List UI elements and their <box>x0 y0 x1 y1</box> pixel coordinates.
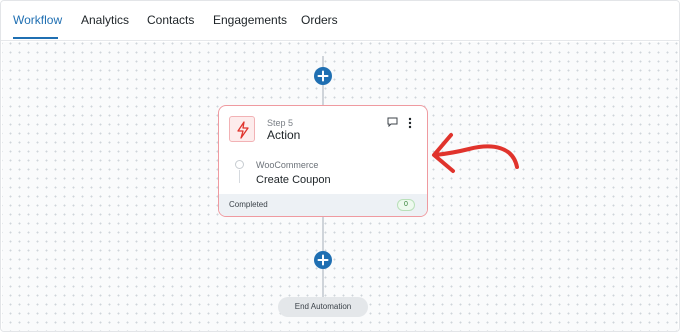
status-label: Completed <box>229 200 268 209</box>
lightning-bolt-icon <box>229 116 255 142</box>
vertical-dots-menu-icon[interactable] <box>407 117 413 129</box>
integration-app-name: WooCommerce <box>256 160 319 170</box>
end-automation-button[interactable]: End Automation <box>278 297 368 317</box>
connector-line-upper <box>322 85 324 105</box>
add-step-button-top[interactable] <box>314 67 332 85</box>
step-status-footer: Completed 0 <box>219 194 427 216</box>
timeline-dot <box>235 160 244 169</box>
tab-analytics[interactable]: Analytics <box>81 13 129 27</box>
tab-engagements[interactable]: Engagements <box>213 13 287 27</box>
tab-workflow[interactable]: Workflow <box>13 13 62 27</box>
timeline-line <box>239 170 240 183</box>
tab-contacts[interactable]: Contacts <box>147 13 194 27</box>
action-step-card[interactable]: Step 5 Action WooCommerce Create Coupon … <box>218 105 428 217</box>
step-number: Step 5 <box>267 118 294 128</box>
annotation-arrow-icon <box>432 133 519 173</box>
connector-line-lower <box>322 217 324 251</box>
integration-action-name: Create Coupon <box>256 174 331 186</box>
comment-icon[interactable] <box>387 117 398 127</box>
connector-line-bottom <box>322 269 324 297</box>
active-tab-indicator <box>13 37 58 39</box>
plus-circle-icon <box>317 70 329 82</box>
automation-editor: Workflow Analytics Contacts Engagements … <box>0 0 680 332</box>
add-step-button-bottom[interactable] <box>314 251 332 269</box>
step-title: Action <box>267 128 301 142</box>
completed-count-badge[interactable]: 0 <box>397 199 415 211</box>
tab-bar: Workflow Analytics Contacts Engagements … <box>1 1 679 41</box>
tab-orders[interactable]: Orders <box>301 13 338 27</box>
plus-circle-icon <box>317 254 329 266</box>
